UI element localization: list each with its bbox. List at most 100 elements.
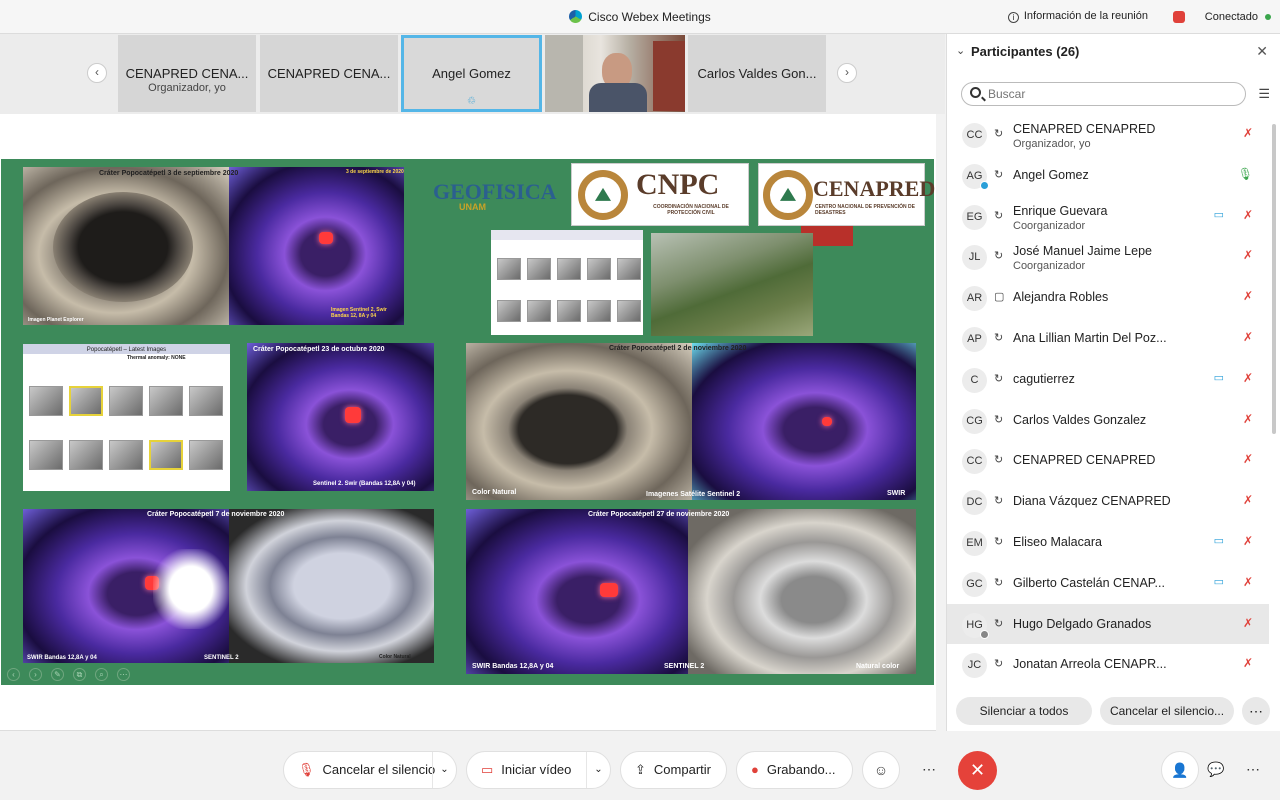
participants-search[interactable] — [961, 82, 1246, 106]
participant-row[interactable]: JL ↻ José Manuel Jaime Lepe Coorganizador ✗ — [947, 236, 1269, 276]
mic-muted-icon[interactable]: ✗ — [1243, 452, 1253, 466]
caption: Imagen Planet Explorer — [28, 317, 84, 323]
participant-row[interactable]: CC ↻ CENAPRED CENAPRED Organizador, yo ✗ — [947, 114, 1269, 154]
thumbnail-tile[interactable]: CENAPRED CENA... Organizador, yo — [118, 35, 256, 112]
mic-muted-icon[interactable]: ✗ — [1243, 289, 1253, 303]
audio-connection-icon: ↻ — [994, 454, 1004, 466]
mic-muted-icon[interactable]: ✗ — [1243, 493, 1253, 507]
thumbnail-name: Carlos Valdes Gon... — [697, 66, 817, 81]
avatar: CG — [962, 409, 987, 434]
participant-row[interactable]: CG ↻ Carlos Valdes Gonzalez ✗ — [947, 400, 1269, 440]
mic-muted-icon[interactable]: ✗ — [1243, 126, 1253, 140]
audio-connection-icon: ↻ — [994, 169, 1004, 181]
thumbnail-name: Angel Gomez — [432, 66, 511, 81]
avatar: CC — [962, 123, 987, 148]
unmute-all-button[interactable]: Cancelar el silencio... — [1100, 697, 1234, 725]
participant-row[interactable]: EG ↻ Enrique Guevara Coorganizador ▭ ✗ — [947, 196, 1269, 236]
record-icon: ● — [751, 762, 759, 777]
mic-muted-icon[interactable]: ✗ — [1243, 412, 1253, 426]
unmute-button[interactable]: 🎙 Cancelar el silencio ⌄ — [283, 751, 457, 789]
participant-thumbnail-strip: ‹ CENAPRED CENA... Organizador, yo CENAP… — [0, 34, 945, 114]
thermal-hotspot — [345, 407, 361, 423]
participant-name: Eliseo Malacara — [1013, 535, 1102, 549]
mic-muted-icon: 🎙 — [298, 762, 315, 777]
thumbnail-name: CENAPRED CENA... — [267, 66, 391, 81]
sort-list-icon[interactable]: ☰ — [1258, 86, 1270, 102]
more-panels-icon[interactable]: ⋯ — [1234, 751, 1272, 789]
mic-muted-icon[interactable]: ✗ — [1243, 248, 1253, 262]
active-speaker-thumbnail[interactable]: Angel Gomez ♲ — [401, 35, 542, 112]
thumbnail-tile[interactable]: CENAPRED CENA... — [260, 35, 398, 112]
participants-title: Participantes (26) — [971, 44, 1080, 59]
recording-button[interactable]: ● Grabando... — [736, 751, 853, 789]
participant-name: Ana Lillian Martin Del Poz... — [1013, 331, 1167, 345]
participant-list-scrollbar[interactable] — [1272, 124, 1276, 434]
thumbnails-next-button[interactable]: › — [837, 63, 857, 83]
thumbnail-tile[interactable]: Carlos Valdes Gon... — [688, 35, 826, 112]
participant-name: Carlos Valdes Gonzalez — [1013, 413, 1147, 427]
leave-meeting-button[interactable]: ✕ — [958, 751, 997, 790]
participant-row[interactable]: HG ↻ Hugo Delgado Granados ✗ — [947, 604, 1269, 644]
caption: Imagen Sentinel 2, Swir Bandas 12, 8A y … — [331, 307, 387, 319]
participant-row[interactable]: AR ▢ Alejandra Robles ✗ — [947, 277, 1269, 317]
more-options-button[interactable]: ⋯ — [1242, 697, 1270, 725]
mic-muted-icon[interactable]: ✗ — [1243, 208, 1253, 222]
participant-row[interactable]: JC ↻ Jonatan Arreola CENAPR... ✗ — [947, 644, 1269, 684]
participant-name: Diana Vázquez CENAPRED — [1013, 494, 1171, 508]
close-icon[interactable]: ✕ — [1256, 43, 1268, 60]
participants-toggle-icon[interactable]: 👤 — [1161, 751, 1199, 789]
video-options-chevron-icon[interactable]: ⌄ — [586, 752, 610, 788]
chat-icon[interactable]: 💬 — [1197, 751, 1235, 789]
more-icon[interactable]: ⋯ — [117, 668, 130, 681]
participant-video-thumbnail[interactable] — [545, 35, 685, 112]
next-slide-icon[interactable]: › — [29, 668, 42, 681]
shared-content-area: Cráter Popocatépetl 3 de septiembre 2020… — [0, 114, 936, 731]
participant-role: Coorganizador — [1013, 220, 1086, 232]
caption: Cráter Popocatépetl 23 de octubre 2020 — [253, 346, 385, 353]
mic-on-icon[interactable]: 🎙 — [1238, 167, 1253, 181]
copy-icon[interactable]: ⧉ — [73, 668, 86, 681]
info-icon: i — [1007, 12, 1019, 23]
participant-row[interactable]: AG ↻ Angel Gomez 🎙 — [947, 155, 1269, 195]
mic-muted-icon[interactable]: ✗ — [1243, 616, 1253, 630]
mute-all-button[interactable]: Silenciar a todos — [956, 697, 1092, 725]
participant-row[interactable]: CC ↻ CENAPRED CENAPRED ✗ — [947, 440, 1269, 480]
prev-slide-icon[interactable]: ‹ — [7, 668, 20, 681]
reactions-icon[interactable]: ☺ — [862, 751, 900, 789]
thumbnails-prev-button[interactable]: ‹ — [87, 63, 107, 83]
participant-name: Alejandra Robles — [1013, 290, 1109, 304]
mic-muted-icon[interactable]: ✗ — [1243, 330, 1253, 344]
camera-icon: ▭ — [1213, 372, 1224, 384]
participant-row[interactable]: DC ↻ Diana Vázquez CENAPRED ✗ — [947, 481, 1269, 521]
participant-row[interactable]: GC ↻ Gilberto Castelán CENAP... ▭ ✗ — [947, 563, 1269, 603]
participant-name: CENAPRED CENAPRED — [1013, 453, 1156, 467]
participant-row[interactable]: C ↻ cagutierrez ▭ ✗ — [947, 359, 1269, 399]
popocatepetl-latest-images-table: Popocatépetl – Latest Images Thermal ano… — [23, 344, 230, 491]
camera-icon: ▭ — [1213, 576, 1224, 588]
participant-name: cagutierrez — [1013, 372, 1075, 386]
participants-panel: ⌄ Participantes (26) ✕ ☰ CC ↻ CENAPRED CEN… — [946, 34, 1280, 731]
avatar: EM — [962, 531, 987, 556]
caption: SENTINEL 2 — [204, 655, 239, 661]
mic-muted-icon[interactable]: ✗ — [1243, 656, 1253, 670]
meeting-info-button[interactable]: i Información de la reunión — [1007, 10, 1148, 23]
audio-connection-icon: ↻ — [994, 332, 1004, 344]
zoom-icon[interactable]: ⌕ — [95, 668, 108, 681]
pen-icon[interactable]: ✎ — [51, 668, 64, 681]
caption: Cráter Popocatépetl 2 de noviembre 2020 — [609, 345, 747, 352]
thermal-anomaly-label: Thermal anomaly: NONE — [127, 355, 186, 361]
crater-natural-nov2-image — [466, 343, 692, 500]
search-input[interactable] — [988, 86, 1238, 102]
more-options-icon[interactable]: ⋯ — [910, 751, 948, 789]
participant-row[interactable]: AP ↻ Ana Lillian Martin Del Poz... ✗ — [947, 318, 1269, 358]
mic-muted-icon[interactable]: ✗ — [1243, 575, 1253, 589]
participant-row[interactable]: EM ↻ Eliseo Malacara ▭ ✗ — [947, 522, 1269, 562]
geofisica-logo: GEOFISICA UNAM — [433, 179, 557, 212]
crater-swir-nov7-image — [23, 509, 229, 663]
audio-options-chevron-icon[interactable]: ⌄ — [432, 752, 456, 788]
collapse-chevron-icon[interactable]: ⌄ — [956, 44, 965, 57]
start-video-button[interactable]: ▭ Iniciar vídeo ⌄ — [466, 751, 611, 789]
share-button[interactable]: ⇪ Compartir — [620, 751, 727, 789]
mic-muted-icon[interactable]: ✗ — [1243, 371, 1253, 385]
mic-muted-icon[interactable]: ✗ — [1243, 534, 1253, 548]
